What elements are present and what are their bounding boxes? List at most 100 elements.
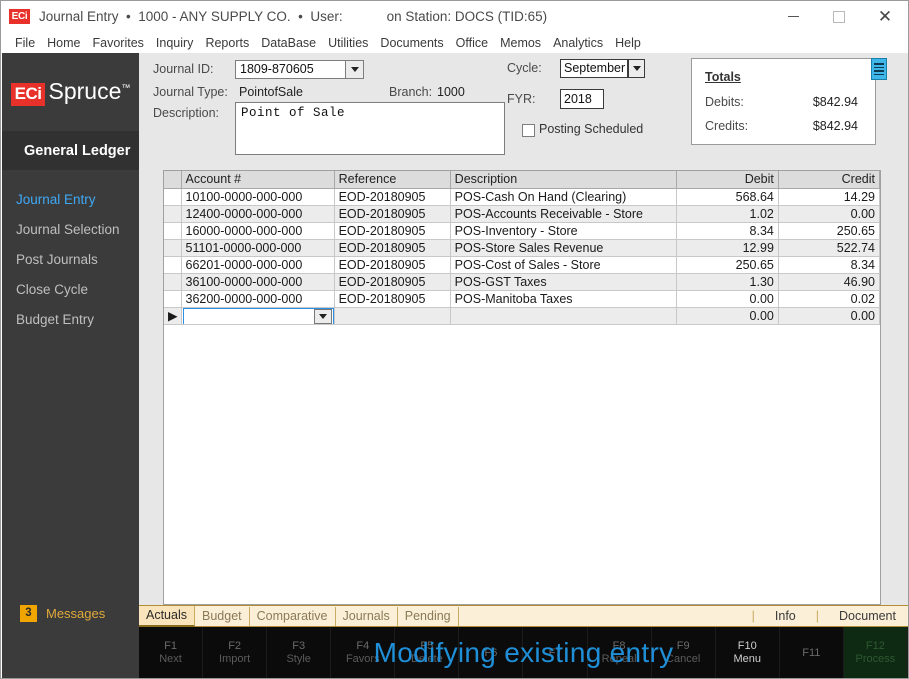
journal-lines-grid[interactable]: Account # Reference Description Debit Cr… <box>163 170 881 605</box>
column-header-debit[interactable]: Debit <box>676 171 779 189</box>
table-row[interactable]: 36100-0000-000-000 EOD-20180905 POS-GST … <box>164 273 881 291</box>
cell-description[interactable]: POS-Store Sales Revenue <box>450 239 677 257</box>
sidebar-item-budget-entry[interactable]: Budget Entry <box>2 304 139 334</box>
cell-credit[interactable]: 46.90 <box>778 273 881 291</box>
table-row[interactable]: 36200-0000-000-000 EOD-20180905 POS-Mani… <box>164 290 881 308</box>
menu-item-inquiry[interactable]: Inquiry <box>150 35 200 51</box>
row-selector[interactable] <box>164 239 182 257</box>
sidebar-item-post-journals[interactable]: Post Journals <box>2 244 139 274</box>
cell-credit[interactable]: 522.74 <box>778 239 881 257</box>
cell-reference[interactable]: EOD-20180905 <box>334 239 451 257</box>
row-selector[interactable] <box>164 256 182 274</box>
posting-scheduled-checkbox[interactable] <box>522 124 535 137</box>
cell-debit[interactable]: 250.65 <box>676 256 779 274</box>
cell-credit[interactable]: 250.65 <box>778 222 881 240</box>
close-button[interactable]: ✕ <box>862 1 908 32</box>
journal-id-dropdown-arrow[interactable] <box>345 60 364 79</box>
new-debit-cell[interactable]: 0.00 <box>676 307 779 325</box>
notes-icon[interactable] <box>871 58 887 80</box>
cell-description[interactable]: POS-Cost of Sales - Store <box>450 256 677 274</box>
fkey-f12-process[interactable]: F12 Process <box>843 627 908 678</box>
cell-description[interactable]: POS-Cash On Hand (Clearing) <box>450 188 677 206</box>
menu-item-file[interactable]: File <box>9 35 41 51</box>
fkey-f7[interactable]: F7 <box>523 627 588 678</box>
cell-debit[interactable]: 1.30 <box>676 273 779 291</box>
cell-account[interactable]: 66201-0000-000-000 <box>181 256 335 274</box>
cell-credit[interactable]: 0.02 <box>778 290 881 308</box>
menu-item-home[interactable]: Home <box>41 35 86 51</box>
fkey-f9-cancel[interactable]: F9 Cancel <box>652 627 716 678</box>
row-selector[interactable] <box>164 290 182 308</box>
description-textarea[interactable]: Point of Sale <box>235 102 505 155</box>
info-action[interactable]: Info <box>763 609 808 623</box>
cell-description[interactable]: POS-Inventory - Store <box>450 222 677 240</box>
sidebar-item-journal-entry[interactable]: Journal Entry <box>2 184 139 214</box>
menu-item-utilities[interactable]: Utilities <box>322 35 374 51</box>
cell-account[interactable]: 10100-0000-000-000 <box>181 188 335 206</box>
sidebar-item-close-cycle[interactable]: Close Cycle <box>2 274 139 304</box>
tab-journals[interactable]: Journals <box>336 606 398 626</box>
cell-debit[interactable]: 8.34 <box>676 222 779 240</box>
menu-item-memos[interactable]: Memos <box>494 35 547 51</box>
cell-debit[interactable]: 568.64 <box>676 188 779 206</box>
cell-debit[interactable]: 12.99 <box>676 239 779 257</box>
cell-reference[interactable]: EOD-20180905 <box>334 205 451 223</box>
fkey-f5-delete[interactable]: F5 Delete <box>395 627 460 678</box>
table-row[interactable]: 16000-0000-000-000 EOD-20180905 POS-Inve… <box>164 222 881 240</box>
cell-reference[interactable]: EOD-20180905 <box>334 188 451 206</box>
cell-reference[interactable]: EOD-20180905 <box>334 273 451 291</box>
cell-account[interactable]: 16000-0000-000-000 <box>181 222 335 240</box>
cell-reference[interactable]: EOD-20180905 <box>334 256 451 274</box>
column-header-account[interactable]: Account # <box>181 171 335 189</box>
cell-account[interactable]: 51101-0000-000-000 <box>181 239 335 257</box>
cell-description[interactable]: POS-GST Taxes <box>450 273 677 291</box>
tab-comparative[interactable]: Comparative <box>250 606 336 626</box>
column-header-reference[interactable]: Reference <box>334 171 451 189</box>
tab-pending[interactable]: Pending <box>398 606 459 626</box>
new-reference-cell[interactable] <box>334 307 451 325</box>
fkey-f2-import[interactable]: F2 Import <box>203 627 268 678</box>
cell-reference[interactable]: EOD-20180905 <box>334 290 451 308</box>
new-description-cell[interactable] <box>450 307 677 325</box>
new-account-cell[interactable] <box>181 307 335 325</box>
row-selector[interactable] <box>164 205 182 223</box>
cell-credit[interactable]: 8.34 <box>778 256 881 274</box>
menu-item-analytics[interactable]: Analytics <box>547 35 609 51</box>
fkey-f1-next[interactable]: F1 Next <box>139 627 204 678</box>
tab-budget[interactable]: Budget <box>195 606 250 626</box>
row-selector[interactable] <box>164 222 182 240</box>
fkey-f6[interactable]: F6 <box>459 627 524 678</box>
cycle-dropdown-arrow[interactable] <box>628 59 645 78</box>
new-account-input[interactable] <box>182 307 334 323</box>
fkey-f11[interactable]: F11 <box>780 627 844 678</box>
cell-reference[interactable]: EOD-20180905 <box>334 222 451 240</box>
journal-id-input[interactable]: 1809-870605 <box>235 60 357 79</box>
menu-item-office[interactable]: Office <box>450 35 494 51</box>
table-row[interactable]: 12400-0000-000-000 EOD-20180905 POS-Acco… <box>164 205 881 223</box>
menu-item-favorites[interactable]: Favorites <box>87 35 150 51</box>
menu-item-database[interactable]: DataBase <box>255 35 322 51</box>
column-header-credit[interactable]: Credit <box>778 171 881 189</box>
new-account-dropdown-arrow[interactable] <box>313 308 332 323</box>
minimize-button[interactable] <box>770 1 816 32</box>
column-header-description[interactable]: Description <box>450 171 677 189</box>
fkey-f10-menu[interactable]: F10 Menu <box>716 627 780 678</box>
new-entry-row[interactable]: ▶ 0.00 0.00 <box>164 307 881 325</box>
cell-description[interactable]: POS-Manitoba Taxes <box>450 290 677 308</box>
row-selector[interactable] <box>164 273 182 291</box>
fkey-f4-favors[interactable]: F4 Favors <box>331 627 396 678</box>
menu-item-reports[interactable]: Reports <box>199 35 255 51</box>
fkey-f3-style[interactable]: F3 Style <box>267 627 332 678</box>
cell-account[interactable]: 36100-0000-000-000 <box>181 273 335 291</box>
row-selector[interactable] <box>164 188 182 206</box>
cell-account[interactable]: 12400-0000-000-000 <box>181 205 335 223</box>
cell-debit[interactable]: 0.00 <box>676 290 779 308</box>
cell-credit[interactable]: 14.29 <box>778 188 881 206</box>
menu-item-documents[interactable]: Documents <box>374 35 449 51</box>
cell-account[interactable]: 36200-0000-000-000 <box>181 290 335 308</box>
sidebar-item-journal-selection[interactable]: Journal Selection <box>2 214 139 244</box>
new-credit-cell[interactable]: 0.00 <box>778 307 881 325</box>
document-action[interactable]: Document <box>827 609 908 623</box>
table-row[interactable]: 51101-0000-000-000 EOD-20180905 POS-Stor… <box>164 239 881 257</box>
cell-credit[interactable]: 0.00 <box>778 205 881 223</box>
